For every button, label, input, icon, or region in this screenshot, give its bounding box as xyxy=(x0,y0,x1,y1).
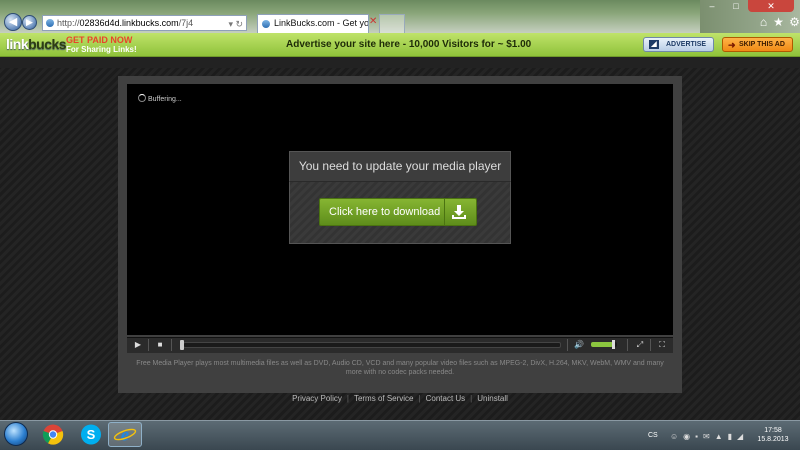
buffering-text: Buffering... xyxy=(148,96,182,103)
linkbucks-logo[interactable]: linkbucks xyxy=(6,36,67,52)
download-button[interactable]: Click here to download xyxy=(319,198,477,226)
skype-taskbar-icon[interactable]: S xyxy=(76,422,106,447)
download-button-divider xyxy=(444,199,445,225)
tab-title: LinkBucks.com - Get your s... xyxy=(274,18,369,28)
control-divider xyxy=(171,339,172,351)
back-button[interactable]: ◀ xyxy=(4,13,22,31)
site-favicon-icon xyxy=(46,19,54,27)
player-description: Free Media Player plays most multimedia … xyxy=(136,360,664,376)
url-path: /7j4 xyxy=(178,18,194,28)
volume-icon[interactable]: 🔊 xyxy=(573,337,585,353)
close-window-button[interactable]: ✕ xyxy=(748,0,794,12)
progress-knob[interactable] xyxy=(180,340,184,350)
minimize-button[interactable]: – xyxy=(700,0,724,12)
privacy-policy-link[interactable]: Privacy Policy xyxy=(292,394,342,403)
tab-close-icon[interactable]: ✕ xyxy=(369,16,377,27)
spinner-icon xyxy=(138,94,146,102)
for-sharing-text[interactable]: For Sharing Links! xyxy=(66,45,137,54)
link-separator: | xyxy=(346,394,349,403)
forward-button[interactable]: ▶ xyxy=(22,15,37,30)
chrome-taskbar-icon[interactable] xyxy=(38,422,68,447)
progress-bar[interactable] xyxy=(183,342,561,348)
arrow-right-icon: ▶ xyxy=(26,17,33,27)
play-icon[interactable]: ▶ xyxy=(131,337,145,353)
address-dropdown-icon[interactable]: ▾ ↻ xyxy=(228,17,243,31)
internet-explorer-taskbar-icon[interactable]: e xyxy=(108,422,142,447)
get-paid-text[interactable]: GET PAID NOW xyxy=(66,36,132,45)
page-top-band xyxy=(0,57,800,68)
favorites-star-icon[interactable]: ★ xyxy=(771,15,786,30)
control-divider xyxy=(567,339,568,351)
volume-knob[interactable] xyxy=(612,340,615,349)
link-separator: | xyxy=(470,394,473,403)
footer-links: Privacy Policy | Terms of Service | Contact … xyxy=(0,394,800,403)
clock-time: 17:58 xyxy=(764,427,782,434)
download-button-label: Click here to download xyxy=(329,206,441,218)
gear-icon[interactable]: ⚙ xyxy=(787,15,800,30)
start-button[interactable] xyxy=(4,422,28,446)
svg-text:S: S xyxy=(87,427,96,442)
skip-ad-label: SKIP THIS AD xyxy=(739,41,785,48)
advertise-promo-text[interactable]: Advertise your site here - 10,000 Visito… xyxy=(286,39,531,50)
url-prefix: http:// xyxy=(57,18,80,28)
arrow-left-icon: ◀ xyxy=(8,16,18,28)
control-divider xyxy=(627,339,628,351)
volume-level xyxy=(591,342,613,347)
control-divider xyxy=(148,339,149,351)
linkbucks-ad-bar: linkbucks GET PAID NOW For Sharing Links… xyxy=(0,33,800,57)
advertise-button[interactable]: ◢ ADVERTISE xyxy=(643,37,714,52)
maximize-button[interactable]: □ xyxy=(724,0,748,12)
stop-icon[interactable]: ■ xyxy=(153,337,167,353)
address-bar[interactable]: http://02836d4d.linkbucks.com/7j4 ▾ ↻ xyxy=(42,15,247,31)
contact-us-link[interactable]: Contact Us xyxy=(426,394,466,403)
tab-favicon-icon xyxy=(262,20,270,28)
home-icon[interactable]: ⌂ xyxy=(756,15,771,30)
clock-date: 15.8.2013 xyxy=(757,436,789,443)
buffering-indicator: Buffering... xyxy=(138,94,182,103)
url-host: 02836d4d.linkbucks.com xyxy=(79,18,179,28)
tab-linkbucks[interactable]: LinkBucks.com - Get your s... xyxy=(257,14,369,33)
megaphone-icon: ◢ xyxy=(649,40,659,49)
advertise-button-label: ADVERTISE xyxy=(666,41,707,48)
control-divider xyxy=(650,339,651,351)
taskbar-clock[interactable]: 17:58 15.8.2013 xyxy=(750,426,796,444)
skip-ad-button[interactable]: ➜ SKIP THIS AD xyxy=(722,37,793,52)
system-tray-icons[interactable]: ☺◉▪✉▲▮◢ xyxy=(670,432,748,441)
language-indicator[interactable]: CS xyxy=(648,432,658,439)
uninstall-link[interactable]: Uninstall xyxy=(477,394,508,403)
skip-arrow-icon: ➜ xyxy=(728,40,736,50)
expand-icon[interactable]: ⤢ xyxy=(633,337,647,353)
new-tab-button[interactable] xyxy=(379,14,405,33)
update-dialog-title: You need to update your media player xyxy=(289,151,511,182)
svg-text:e: e xyxy=(121,424,129,444)
terms-of-service-link[interactable]: Terms of Service xyxy=(354,394,414,403)
fullscreen-icon[interactable]: ⛶ xyxy=(655,337,669,353)
download-icon xyxy=(452,205,466,219)
link-separator: | xyxy=(418,394,421,403)
